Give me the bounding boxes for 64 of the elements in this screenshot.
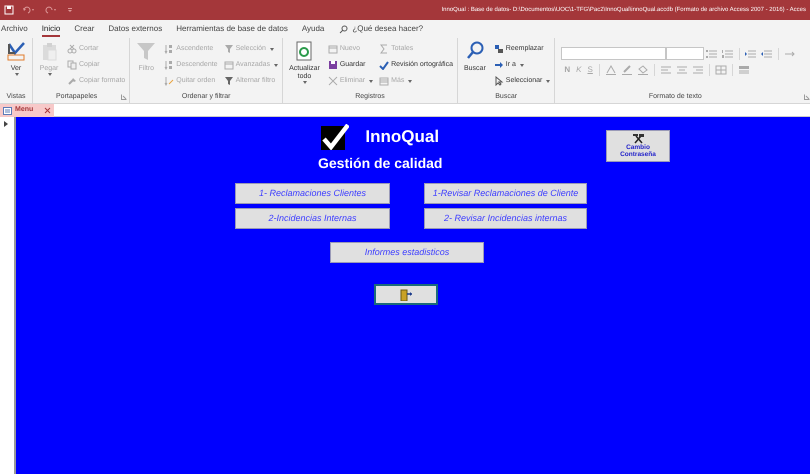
numbered-list-icon[interactable] bbox=[722, 48, 734, 58]
table-icon bbox=[379, 76, 390, 86]
record-selector-icon[interactable] bbox=[3, 120, 9, 128]
redo-icon[interactable] bbox=[44, 5, 58, 15]
align-center-icon[interactable] bbox=[676, 65, 688, 75]
scissors-icon bbox=[67, 44, 77, 54]
sort-icon bbox=[164, 76, 174, 86]
undo-icon[interactable] bbox=[22, 5, 36, 15]
exit-button[interactable] bbox=[374, 284, 438, 305]
save-icon[interactable] bbox=[4, 5, 14, 15]
customize-icon[interactable] bbox=[66, 5, 74, 15]
fill-bucket-icon[interactable] bbox=[636, 65, 649, 75]
sort-icon bbox=[164, 44, 174, 54]
outdent-icon[interactable] bbox=[761, 48, 774, 58]
bullet-list-icon[interactable] bbox=[706, 48, 718, 58]
search-icon bbox=[339, 24, 348, 34]
ribbon-tab[interactable]: Inicio bbox=[34, 20, 68, 38]
gridlines-icon[interactable] bbox=[714, 65, 727, 75]
form-button[interactable]: 2- Revisar Incidencias internas bbox=[424, 208, 587, 229]
cursor-icon bbox=[494, 76, 504, 86]
form-button[interactable]: 2-Incidencias Internas bbox=[235, 208, 390, 229]
ribbon-tab[interactable]: Crear bbox=[67, 20, 102, 38]
ribbon-tab[interactable]: Datos externos bbox=[101, 20, 170, 38]
checkmark-icon bbox=[321, 124, 350, 150]
refresh-icon bbox=[294, 41, 314, 61]
align-right-icon[interactable] bbox=[692, 65, 704, 75]
form-title: InnoQual bbox=[365, 127, 440, 147]
close-icon bbox=[44, 107, 52, 114]
dialog-launcher-icon[interactable] bbox=[804, 94, 810, 100]
row-color-icon[interactable] bbox=[738, 65, 750, 75]
sigma-icon bbox=[379, 44, 390, 54]
form-button[interactable]: Informes estadisticos bbox=[330, 242, 484, 263]
replace-icon bbox=[494, 44, 504, 54]
pencil-icon bbox=[6, 41, 26, 61]
table-icon bbox=[224, 60, 234, 70]
table-icon bbox=[328, 44, 338, 54]
form-button[interactable]: 1- Reclamaciones Clientes bbox=[235, 183, 390, 204]
form-subtitle: Gestión de calidad bbox=[318, 154, 442, 172]
ribbon-tab[interactable]: Herramientas de base de datos bbox=[169, 20, 295, 38]
check-icon bbox=[379, 60, 390, 70]
align-left-icon[interactable] bbox=[660, 65, 672, 75]
sort-icon bbox=[164, 60, 174, 70]
paragraph-direction-icon[interactable] bbox=[784, 48, 796, 58]
highlighter-icon[interactable] bbox=[620, 65, 633, 75]
font-size-field[interactable] bbox=[666, 47, 704, 60]
arrow-icon bbox=[494, 60, 504, 70]
search-icon bbox=[464, 41, 485, 61]
door-icon bbox=[399, 288, 413, 300]
ribbon-tab[interactable]: Archivo bbox=[0, 20, 35, 38]
hammer-icon bbox=[632, 134, 644, 144]
funnel-icon bbox=[224, 44, 234, 54]
font-color-icon[interactable] bbox=[604, 65, 617, 75]
dialog-launcher-icon[interactable] bbox=[121, 94, 128, 100]
copy-icon bbox=[67, 60, 77, 70]
cross-icon bbox=[328, 76, 338, 86]
save-icon bbox=[328, 60, 338, 70]
ribbon-tab[interactable]: Ayuda bbox=[294, 20, 332, 38]
indent-icon[interactable] bbox=[745, 48, 758, 58]
funnel-icon bbox=[224, 76, 234, 86]
funnel-icon bbox=[136, 41, 156, 61]
search-field[interactable]: ¿Qué desea hacer? bbox=[352, 23, 452, 35]
font-name-field[interactable] bbox=[561, 47, 666, 60]
form-icon bbox=[3, 106, 12, 114]
form-button[interactable]: 1-Revisar Reclamaciones de Cliente bbox=[424, 183, 587, 204]
